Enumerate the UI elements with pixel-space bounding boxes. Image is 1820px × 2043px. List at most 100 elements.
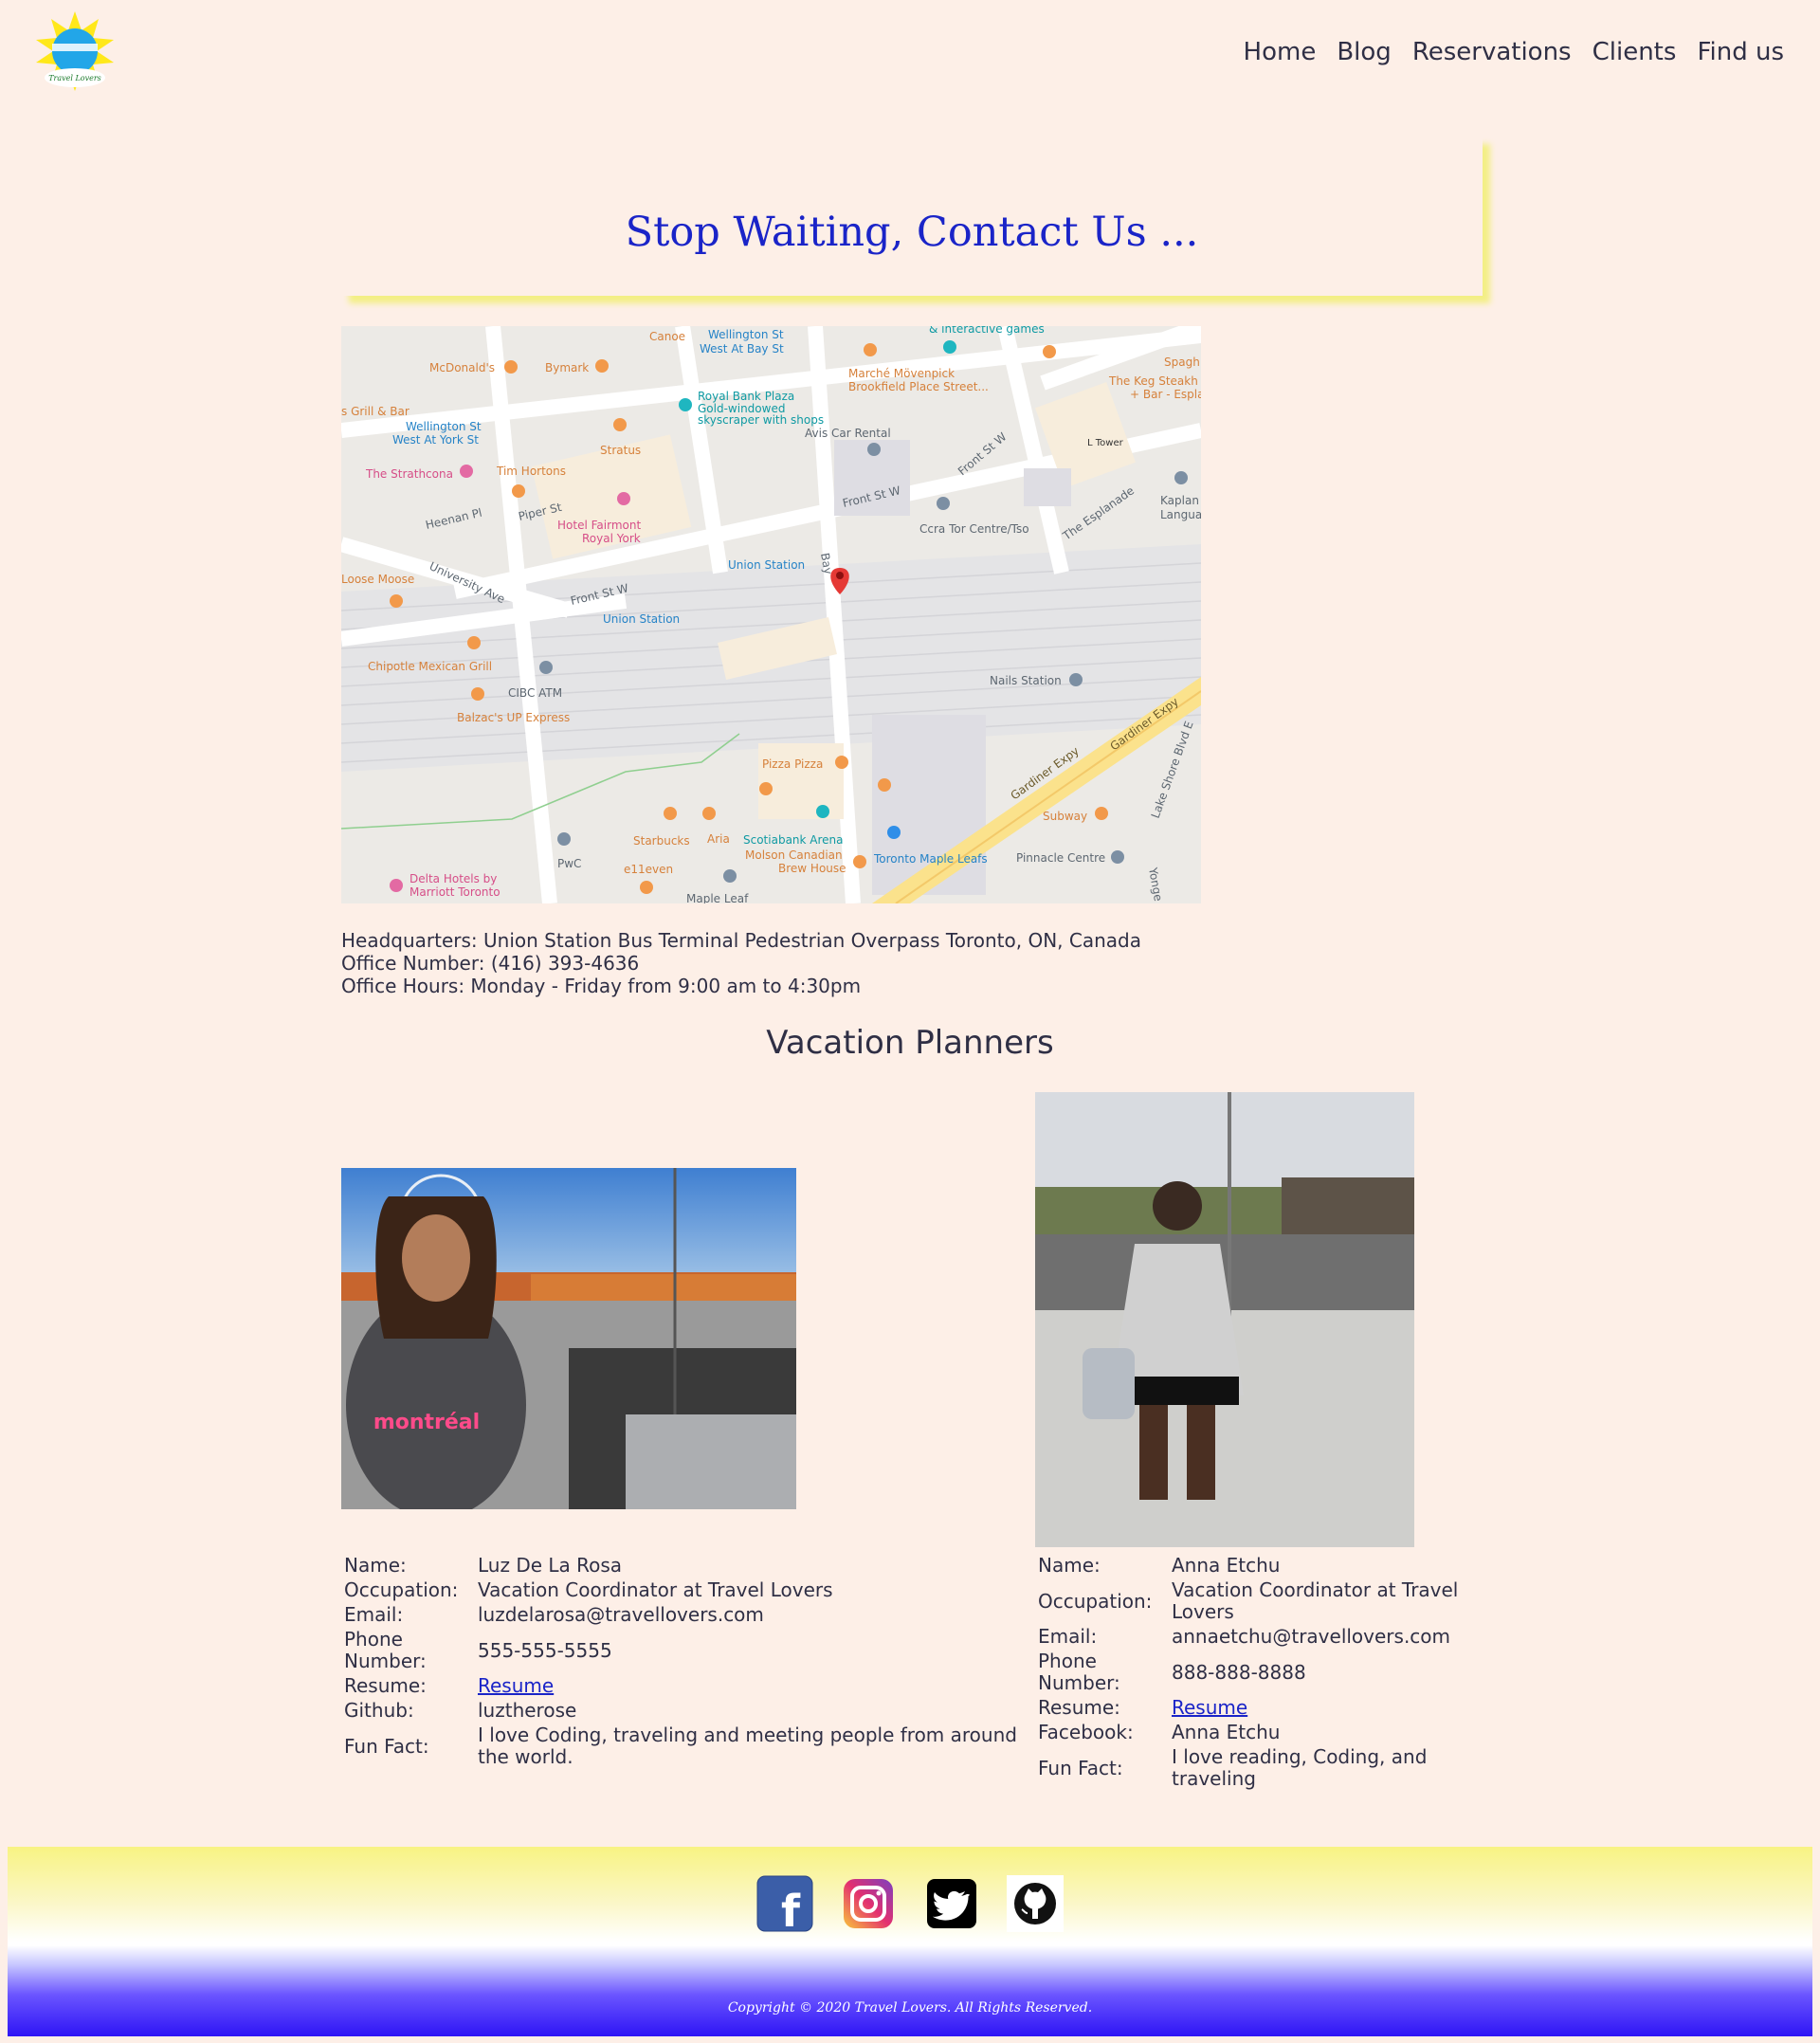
map-label-stratus: Stratus [600,444,641,457]
contact-info: Headquarters: Union Station Bus Terminal… [341,929,1141,997]
profile-row: Occupation: Vacation Coordinator at Trave… [344,1578,1021,1602]
restaurant-pin-icon [512,484,525,498]
map-label-scotiabank: Scotiabank Arena [743,833,844,847]
map-label-fairmont-1: Hotel Fairmont [557,519,641,532]
restaurant-pin-icon [1043,345,1056,358]
instagram-icon[interactable] [840,1875,897,1932]
facebook-glyph: f [781,1886,801,1932]
site-logo[interactable]: Travel Lovers [23,9,127,97]
planner-occupation: Vacation Coordinator at Travel Lovers [1172,1578,1459,1623]
map-label-union-station-1: Union Station [728,558,805,572]
headquarters-text: Headquarters: Union Station Bus Terminal… [341,929,1141,952]
map-label-kaplan-2: Langua [1160,508,1201,521]
nav-blog[interactable]: Blog [1337,38,1391,66]
restaurant-pin-icon [664,807,677,820]
restaurant-pin-icon [467,636,481,649]
facebook-icon[interactable]: f [756,1875,813,1932]
profile-row: Name: Luz De La Rosa [344,1554,1021,1578]
place-pin-icon [1174,471,1188,484]
map-label-wellington-bay-2: West At Bay St [700,342,784,356]
restaurant-pin-icon [702,807,716,820]
field-label: Fun Fact: [344,1734,429,1758]
profile-row: Email: annaetchu@travellovers.com [1038,1625,1468,1649]
profile-row: Phone Number: 555-555-5555 [344,1628,1021,1673]
venue-pin-icon [887,826,901,839]
site-footer: f Copyright © 2020 Travel Lovers. All Ri… [8,1847,1812,2036]
place-pin-icon [723,869,737,883]
hotel-pin-icon [617,492,630,505]
planner-email: annaetchu@travellovers.com [1172,1625,1451,1648]
map-label-chipotle: Chipotle Mexican Grill [368,660,492,673]
field-label: Phone Number: [344,1628,427,1672]
restaurant-pin-icon [390,594,403,608]
planner-profile-luz: Name: Luz De La Rosa Occupation: Vacation … [341,1553,1024,1770]
map-label-wellington-york-2: West At York St [392,433,479,447]
planner-email: luzdelarosa@travellovers.com [478,1603,764,1626]
planner-photo-anna [1035,1092,1414,1547]
nav-clients[interactable]: Clients [1592,38,1677,66]
map-label-keg-2: + Bar - Espla [1130,388,1201,401]
map-label-aria: Aria [707,832,730,846]
map-label-keg-1: The Keg Steakh [1108,374,1198,388]
svg-text:Travel Lovers: Travel Lovers [48,74,101,82]
place-pin-icon [557,832,571,846]
map-label-royal-bank-plaza: Royal Bank Plaza [698,390,794,403]
github-icon[interactable] [1007,1875,1064,1932]
restaurant-pin-icon [640,881,653,894]
profile-row: Name: Anna Etchu [1038,1554,1468,1578]
profile-row: Resume: Resume [1038,1696,1468,1720]
planner-photo-luz: montréal [341,1168,796,1509]
map-label-loose-moose: Loose Moose [341,573,414,586]
map-label-wellington-bay-1: Wellington St [708,328,784,341]
map-label-wellington-york-1: Wellington St [406,420,482,433]
map-label-molson-1: Molson Canadian [745,848,843,862]
map-label-union-station-2: Union Station [603,612,680,626]
planner-name: Anna Etchu [1172,1554,1281,1577]
field-label: Occupation: [344,1578,459,1601]
field-label: Name: [344,1554,407,1577]
map-label-mcdonalds: McDonald's [429,361,495,374]
map-label-grill: s Grill & Bar [341,405,410,418]
profile-row: Fun Fact: I love Coding, traveling and me… [344,1724,1021,1769]
field-label: Github: [344,1699,414,1722]
map-label-pizza-pizza: Pizza Pizza [762,757,823,771]
map-canvas[interactable]: McDonald's Bymark Canoe Wellington St We… [341,326,1201,903]
map-label-rbp-desc-2: skyscraper with shops [698,413,824,427]
map-label-kaplan-1: Kaplan [1160,494,1199,507]
map-label-delta-1: Delta Hotels by [410,872,497,885]
map-label-bymark: Bymark [545,361,589,374]
field-label: Facebook: [1038,1721,1134,1743]
resume-link[interactable]: Resume [1172,1696,1247,1719]
office-hours-text: Office Hours: Monday - Friday from 9:00 … [341,975,862,997]
planner-phone: 888-888-8888 [1172,1660,1306,1684]
map-label-molson-2: Brew House [778,862,846,875]
profile-row: Phone Number: 888-888-8888 [1038,1650,1468,1695]
nav-find-us[interactable]: Find us [1697,38,1784,66]
field-label: Fun Fact: [1038,1756,1123,1779]
map-label-canoe: Canoe [649,330,685,343]
resume-link[interactable]: Resume [478,1674,554,1697]
map-label-pwc: PwC [557,857,581,870]
field-label: Occupation: [1038,1589,1153,1613]
profile-row: Email: luzdelarosa@travellovers.com [344,1603,1021,1627]
twitter-icon[interactable] [923,1875,980,1932]
planner-fun-fact: I love reading, Coding, and traveling [1172,1745,1428,1790]
restaurant-pin-icon [864,343,877,356]
main-nav: Home Blog Reservations Clients Find us [1244,38,1784,66]
nav-home[interactable]: Home [1244,38,1317,66]
map-label-balzac: Balzac's UP Express [457,711,570,724]
location-map[interactable]: McDonald's Bymark Canoe Wellington St We… [341,326,1201,903]
place-pin-icon [539,661,553,674]
map-label-delta-2: Marriott Toronto [410,885,500,899]
map-label-marche-2: Brookfield Place Street... [848,380,989,393]
map-label-spagh: Spagh [1164,356,1200,369]
map-label-marche-1: Marché Mövenpick [848,367,955,380]
map-label-subway: Subway [1043,810,1087,823]
profile-row: Fun Fact: I love reading, Coding, and tra… [1038,1745,1468,1791]
field-label: Email: [1038,1625,1098,1648]
map-label-strathcona: The Strathcona [365,467,453,481]
nav-reservations[interactable]: Reservations [1412,38,1572,66]
restaurant-pin-icon [471,687,484,701]
planner-facebook: Anna Etchu [1172,1721,1281,1743]
profile-row: Occupation: Vacation Coordinator at Trave… [1038,1578,1468,1624]
